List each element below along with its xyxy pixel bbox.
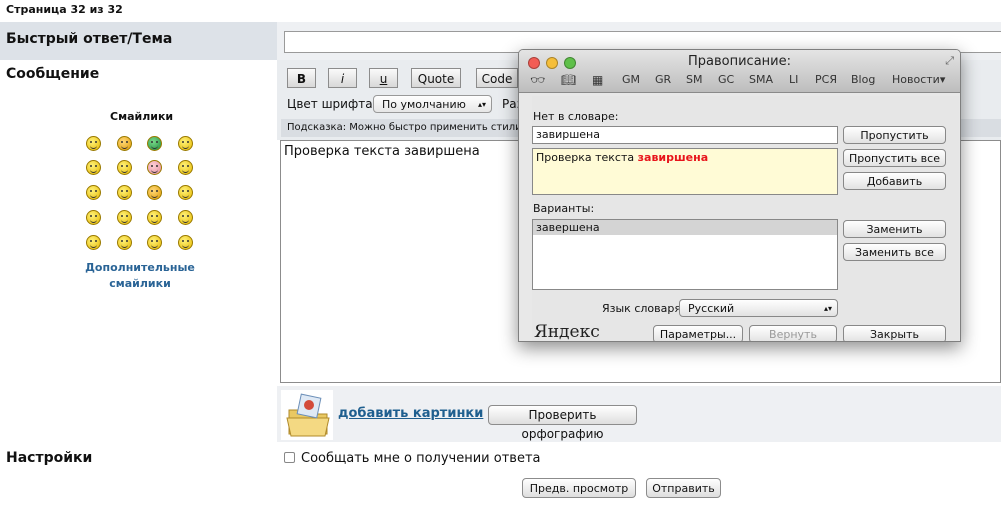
book-icon[interactable]: 📖︎ [561,73,576,87]
tongue-icon[interactable] [86,185,101,200]
arrow-icon[interactable] [117,160,132,175]
context-error-word: завиршена [637,151,709,164]
dict-lang-label: Язык словаря: [602,302,685,315]
resize-icon[interactable]: ⤢ [945,54,954,68]
folder-picture-icon[interactable] [281,390,333,440]
font-color-label: Цвет шрифта: [287,97,377,111]
dict-lang-value: Русский [688,302,735,315]
add-pictures-link[interactable]: добавить картинки [338,406,483,421]
wink-icon[interactable] [178,185,193,200]
dialog-title: Правописание: [688,54,791,69]
tool-news[interactable]: Новости▾ [892,73,945,86]
revert-button[interactable]: Вернуть [749,325,837,341]
unhappy-icon[interactable] [117,235,132,250]
code-button[interactable]: Code [476,68,518,88]
italic-button[interactable]: i [328,68,357,88]
select-arrows-icon: ▴▾ [477,100,486,109]
tool-sma[interactable]: SMA [749,73,773,86]
devil-icon[interactable] [147,185,162,200]
word-field[interactable]: завиршена [532,126,838,144]
dialog-titlebar: Правописание: ⤢ 👓︎ 📖︎ ▦ GM GR SM GC SMA … [519,50,960,93]
tool-rsya[interactable]: РСЯ [815,73,837,86]
dict-lang-select[interactable]: Русский ▴▾ [679,299,838,317]
sad-icon[interactable] [147,210,162,225]
spellcheck-dialog: Правописание: ⤢ 👓︎ 📖︎ ▦ GM GR SM GC SMA … [518,49,961,342]
font-color-select[interactable]: По умолчанию ▴▾ [373,95,492,113]
page-counter: Страница 32 из 32 [6,3,123,16]
glasses-smile-icon[interactable] [178,136,193,151]
tool-blog[interactable]: Blog [851,73,875,86]
idea-icon[interactable] [117,210,132,225]
font-color-value: По умолчанию [382,98,466,111]
spellcheck-button[interactable]: Проверить орфографию [488,405,637,441]
big-grin-icon[interactable] [178,160,193,175]
glasses-icon[interactable]: 👓︎ [530,73,545,87]
bold-button[interactable]: B [287,68,316,88]
tool-gc[interactable]: GC [718,73,734,86]
quote-button[interactable]: Quote [411,68,461,88]
close-button[interactable]: Закрыть [843,325,946,341]
notify-label: Сообщать мне о получении ответа [301,451,541,466]
cool-icon[interactable] [117,185,132,200]
tool-gr[interactable]: GR [655,73,671,86]
tool-gm[interactable]: GM [622,73,640,86]
tool-li[interactable]: LI [789,73,798,86]
replace-button[interactable]: Заменить [843,220,946,238]
select-arrows-icon: ▴▾ [823,304,832,313]
grid-icon[interactable]: ▦ [592,73,603,87]
yandex-logo: Яндекс [534,322,600,342]
notify-checkbox[interactable] [284,452,295,463]
cat-smile-icon[interactable] [117,136,132,151]
variants-list[interactable]: завершена [532,219,838,290]
submit-button[interactable]: Отправить [646,478,721,498]
replace-all-button[interactable]: Заменить все [843,243,946,261]
shocked-icon[interactable] [147,235,162,250]
confused-icon[interactable] [178,235,193,250]
neutral-icon[interactable] [86,210,101,225]
skip-button[interactable]: Пропустить [843,126,946,144]
subject-label: Быстрый ответ/Тема [6,31,173,47]
tool-sm[interactable]: SM [686,73,702,86]
happy-icon[interactable] [86,235,101,250]
pig-icon[interactable] [147,160,162,175]
not-in-dict-label: Нет в словаре: [533,110,619,123]
smilies-title: Смайлики [110,110,174,123]
message-label: Сообщение [6,66,100,82]
context-prefix: Проверка текста [536,151,638,164]
settings-label: Настройки [6,450,93,466]
preview-button[interactable]: Предв. просмотр [522,478,636,498]
smile-icon[interactable] [86,136,101,151]
laugh-icon[interactable] [86,160,101,175]
dialog-body: Нет в словаре: завиршена Проверка текста… [532,96,959,341]
grin-green-icon[interactable] [147,136,162,151]
variant-item[interactable]: завершена [533,220,837,235]
underline-button[interactable]: u [369,68,398,88]
angry-icon[interactable] [178,210,193,225]
more-smilies-link[interactable]: Дополнительные смайлики [60,260,220,292]
add-word-button[interactable]: Добавить [843,172,946,190]
skip-all-button[interactable]: Пропустить все [843,149,946,167]
context-field[interactable]: Проверка текста завиршена [532,148,838,195]
params-button[interactable]: Параметры... [653,325,743,341]
variants-label: Варианты: [533,202,595,215]
